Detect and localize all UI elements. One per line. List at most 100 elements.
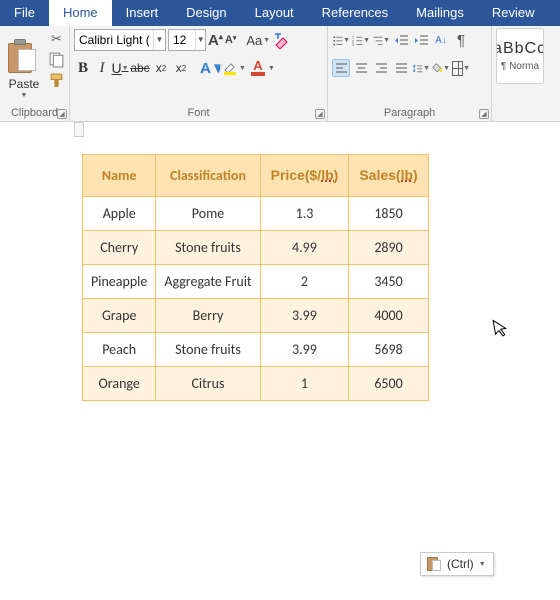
paste-options-label: (Ctrl)	[447, 557, 474, 571]
group-styles: AaBbCcD ¶ Norma	[492, 26, 560, 121]
highlight-button[interactable]: ▼	[222, 60, 247, 76]
increase-indent-button[interactable]	[412, 31, 430, 49]
multilevel-list-icon	[372, 33, 383, 48]
col-price[interactable]: Price($/lb)	[260, 155, 349, 197]
show-marks-button[interactable]: ¶	[452, 31, 470, 49]
grow-font-button[interactable]: A▴	[208, 32, 223, 49]
col-classification[interactable]: Classification	[156, 155, 260, 197]
paste-dropdown-icon[interactable]: ▼	[21, 92, 28, 99]
align-left-button[interactable]	[332, 59, 350, 77]
col-name[interactable]: Name	[83, 155, 156, 197]
style-normal[interactable]: AaBbCcD ¶ Norma	[496, 28, 544, 84]
tab-view[interactable]: View	[548, 0, 560, 26]
chevron-down-icon: ▼	[478, 561, 487, 568]
cut-button[interactable]: ✂	[48, 30, 65, 47]
text-effects-icon: A	[200, 60, 211, 77]
font-name-combo[interactable]: ▼	[74, 29, 166, 51]
svg-text:3: 3	[352, 43, 354, 47]
numbering-icon: 123	[352, 33, 363, 48]
pilcrow-icon: ¶	[457, 32, 465, 49]
table-header-row: Name Classification Price($/lb) Sales(lb…	[83, 155, 429, 197]
numbering-button[interactable]: 123▼	[352, 31, 370, 49]
align-center-button[interactable]	[352, 59, 370, 77]
subscript-button[interactable]: x2	[152, 61, 170, 75]
tab-references[interactable]: References	[308, 0, 402, 26]
table-row[interactable]: OrangeCitrus16500	[83, 367, 429, 401]
decrease-indent-button[interactable]	[392, 31, 410, 49]
chevron-down-icon: ▼	[343, 37, 350, 44]
justify-button[interactable]	[392, 59, 410, 77]
multilevel-list-button[interactable]: ▼	[372, 31, 390, 49]
tab-review[interactable]: Review	[478, 0, 549, 26]
tab-file[interactable]: File	[0, 0, 49, 26]
increase-indent-icon	[414, 33, 429, 48]
table-row[interactable]: ApplePome1.31850	[83, 197, 429, 231]
fruit-table[interactable]: Name Classification Price($/lb) Sales(lb…	[82, 154, 429, 401]
group-font: ▼ ▼ A▴ A▾ Aa▼ B I U▼ abc x2 x2 A▼ ▼ A▼ F…	[70, 26, 328, 121]
table-row[interactable]: PineappleAggregate Fruit23450	[83, 265, 429, 299]
strikethrough-button[interactable]: abc	[130, 61, 150, 75]
text-effects-button[interactable]: A▼	[200, 58, 220, 78]
mouse-cursor-icon	[492, 317, 512, 344]
align-right-button[interactable]	[372, 59, 390, 77]
font-size-combo[interactable]: ▼	[168, 29, 206, 51]
shading-button[interactable]: ▼	[432, 59, 450, 77]
font-name-dropdown-icon[interactable]: ▼	[153, 30, 165, 50]
chevron-down-icon: ▼	[423, 65, 430, 72]
group-clipboard: Paste ▼ ✂ Clipboard ◢	[0, 26, 70, 121]
font-dialog-launcher[interactable]: ◢	[315, 109, 325, 119]
chevron-down-icon: ▼	[211, 60, 220, 77]
borders-button[interactable]: ▼	[452, 59, 470, 77]
font-size-input[interactable]	[169, 33, 195, 47]
clipboard-dialog-launcher[interactable]: ◢	[57, 109, 67, 119]
paragraph-dialog-launcher[interactable]: ◢	[479, 109, 489, 119]
tab-design[interactable]: Design	[172, 0, 240, 26]
clear-formatting-icon	[273, 31, 291, 49]
format-painter-button[interactable]	[48, 72, 65, 89]
paste-label: Paste	[9, 77, 40, 91]
copy-button[interactable]	[48, 51, 65, 68]
change-case-icon: Aa	[246, 33, 262, 48]
clear-formatting-button[interactable]	[273, 31, 291, 49]
italic-button[interactable]: I	[94, 60, 110, 77]
paste-icon	[427, 556, 443, 572]
tab-layout[interactable]: Layout	[241, 0, 308, 26]
tab-mailings[interactable]: Mailings	[402, 0, 478, 26]
group-paragraph: ▼ 123▼ ▼ A↓ ¶ ▼ ▼ ▼ Paragraph ◢	[328, 26, 492, 121]
chevron-down-icon: ▼	[383, 37, 390, 44]
table-row[interactable]: CherryStone fruits4.992890	[83, 231, 429, 265]
font-size-dropdown-icon[interactable]: ▼	[195, 30, 205, 50]
font-name-input[interactable]	[75, 33, 153, 47]
ribbon: Paste ▼ ✂ Clipboard ◢ ▼ ▼ A▴ A▾ Aa▼ B	[0, 26, 560, 122]
tab-home[interactable]: Home	[49, 0, 112, 26]
document-area[interactable]: Name Classification Price($/lb) Sales(lb…	[0, 122, 560, 598]
grow-font-icon: A▴	[208, 32, 223, 49]
align-right-icon	[374, 61, 389, 76]
bold-button[interactable]: B	[74, 60, 92, 77]
shrink-font-button[interactable]: A▾	[225, 34, 236, 46]
underline-button[interactable]: U▼	[112, 60, 128, 76]
table-row[interactable]: GrapeBerry3.994000	[83, 299, 429, 333]
font-color-button[interactable]: A▼	[249, 59, 276, 77]
chevron-down-icon: ▼	[443, 65, 450, 72]
table-row[interactable]: PeachStone fruits3.995698	[83, 333, 429, 367]
highlight-icon	[222, 60, 238, 76]
bullets-button[interactable]: ▼	[332, 31, 350, 49]
chevron-down-icon: ▼	[122, 65, 129, 72]
paste-icon	[8, 37, 40, 75]
ribbon-tabs: File Home Insert Design Layout Reference…	[0, 0, 560, 26]
change-case-button[interactable]: Aa▼	[246, 33, 271, 48]
chevron-down-icon: ▼	[463, 65, 470, 72]
bullets-icon	[332, 33, 343, 48]
tab-insert[interactable]: Insert	[112, 0, 173, 26]
group-label-clipboard: Clipboard	[4, 105, 65, 121]
sort-button[interactable]: A↓	[432, 31, 450, 49]
paste-button[interactable]: Paste ▼	[4, 28, 44, 105]
shrink-font-icon: A▾	[225, 34, 236, 46]
chevron-down-icon: ▼	[363, 37, 370, 44]
col-sales[interactable]: Sales(lb)	[349, 155, 428, 197]
line-spacing-button[interactable]: ▼	[412, 59, 430, 77]
superscript-button[interactable]: x2	[172, 61, 190, 75]
paste-options-smarttag[interactable]: (Ctrl) ▼	[420, 552, 494, 576]
group-label-font: Font	[74, 105, 323, 121]
